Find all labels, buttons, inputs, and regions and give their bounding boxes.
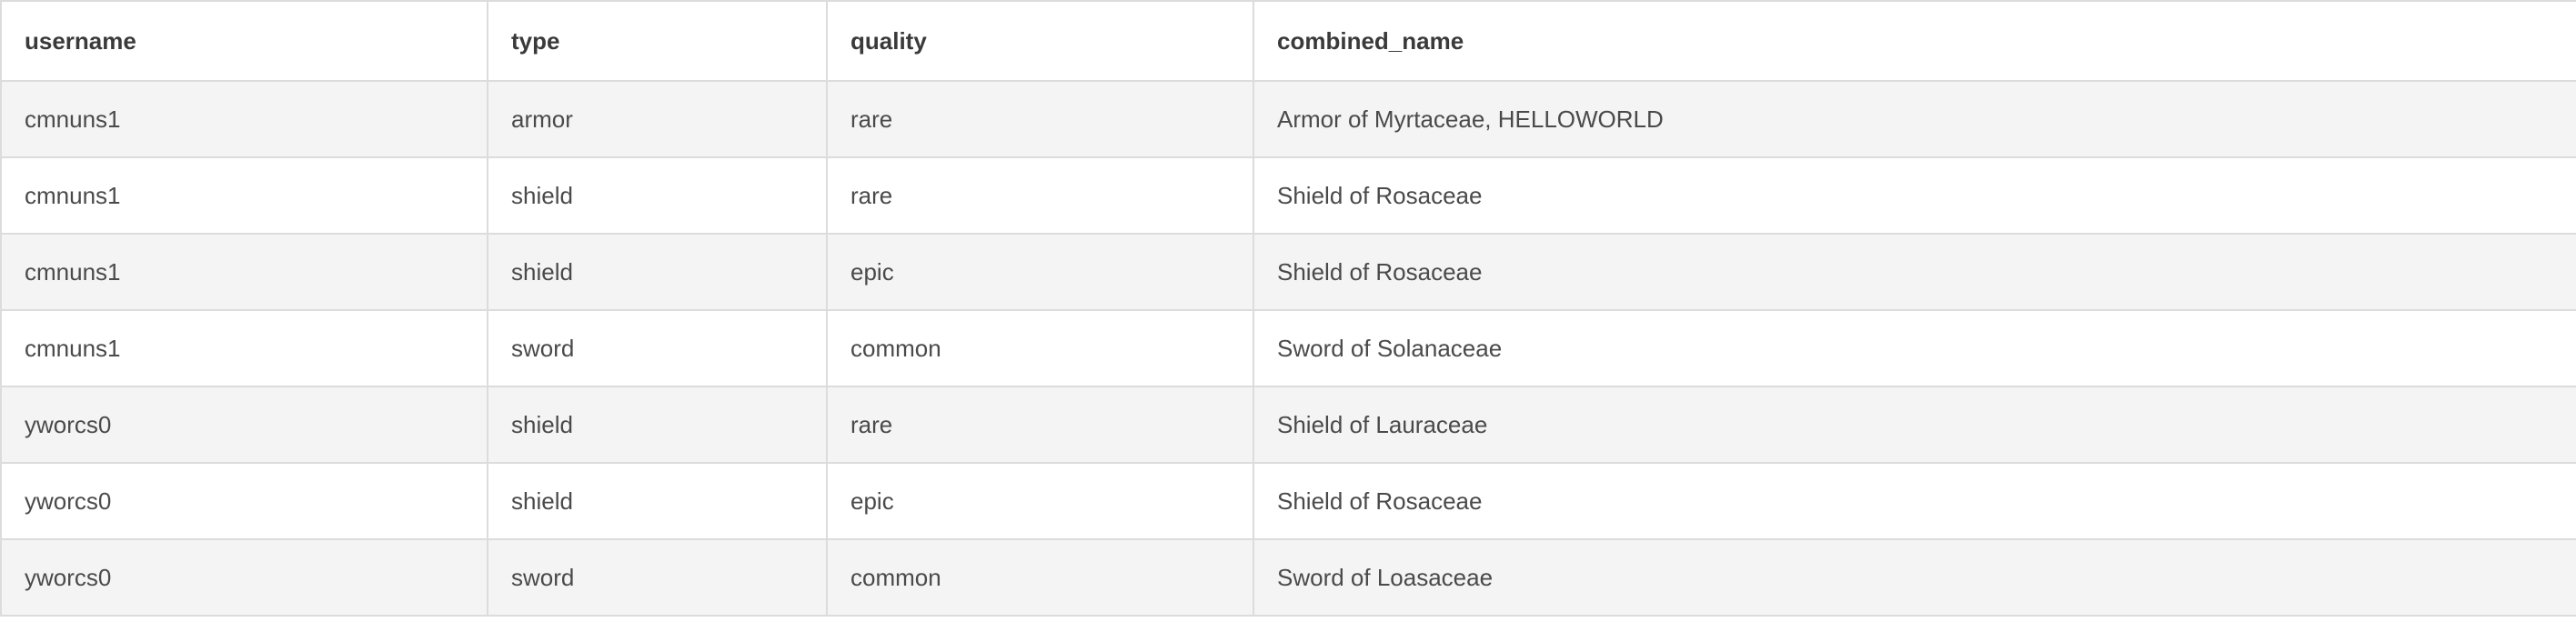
table-body: cmnuns1 armor rare Armor of Myrtaceae, H… bbox=[0, 80, 2576, 617]
table-row: yworcs0 shield rare Shield of Lauraceae bbox=[0, 386, 2576, 464]
table-row: cmnuns1 shield epic Shield of Rosaceae bbox=[0, 233, 2576, 311]
cell-combined-name: Shield of Lauraceae bbox=[1253, 386, 2576, 464]
cell-type: shield bbox=[487, 233, 828, 311]
cell-combined-name: Sword of Solanaceae bbox=[1253, 309, 2576, 387]
cell-username: yworcs0 bbox=[0, 386, 488, 464]
table-row: cmnuns1 armor rare Armor of Myrtaceae, H… bbox=[0, 80, 2576, 158]
cell-quality: rare bbox=[826, 156, 1254, 235]
column-header-username[interactable]: username bbox=[0, 0, 488, 82]
column-header-combined-name[interactable]: combined_name bbox=[1253, 0, 2576, 82]
cell-type: shield bbox=[487, 462, 828, 540]
table-row: yworcs0 shield epic Shield of Rosaceae bbox=[0, 462, 2576, 540]
table-row: cmnuns1 sword common Sword of Solanaceae bbox=[0, 309, 2576, 387]
cell-quality: epic bbox=[826, 233, 1254, 311]
table-header: username type quality combined_name bbox=[0, 0, 2576, 82]
cell-type: armor bbox=[487, 80, 828, 158]
cell-quality: rare bbox=[826, 386, 1254, 464]
cell-quality: rare bbox=[826, 80, 1254, 158]
table-row: yworcs0 sword common Sword of Loasaceae bbox=[0, 538, 2576, 617]
column-header-type[interactable]: type bbox=[487, 0, 828, 82]
cell-quality: common bbox=[826, 538, 1254, 617]
cell-username: cmnuns1 bbox=[0, 309, 488, 387]
cell-quality: common bbox=[826, 309, 1254, 387]
cell-combined-name: Shield of Rosaceae bbox=[1253, 462, 2576, 540]
cell-username: cmnuns1 bbox=[0, 233, 488, 311]
cell-type: sword bbox=[487, 309, 828, 387]
cell-quality: epic bbox=[826, 462, 1254, 540]
cell-username: cmnuns1 bbox=[0, 156, 488, 235]
table-row: cmnuns1 shield rare Shield of Rosaceae bbox=[0, 156, 2576, 235]
results-table: username type quality combined_name cmnu… bbox=[0, 0, 2576, 617]
cell-type: shield bbox=[487, 386, 828, 464]
cell-type: sword bbox=[487, 538, 828, 617]
cell-username: yworcs0 bbox=[0, 538, 488, 617]
cell-username: yworcs0 bbox=[0, 462, 488, 540]
cell-combined-name: Sword of Loasaceae bbox=[1253, 538, 2576, 617]
header-row: username type quality combined_name bbox=[0, 0, 2576, 82]
cell-username: cmnuns1 bbox=[0, 80, 488, 158]
cell-combined-name: Shield of Rosaceae bbox=[1253, 233, 2576, 311]
column-header-quality[interactable]: quality bbox=[826, 0, 1254, 82]
cell-type: shield bbox=[487, 156, 828, 235]
cell-combined-name: Shield of Rosaceae bbox=[1253, 156, 2576, 235]
cell-combined-name: Armor of Myrtaceae, HELLOWORLD bbox=[1253, 80, 2576, 158]
